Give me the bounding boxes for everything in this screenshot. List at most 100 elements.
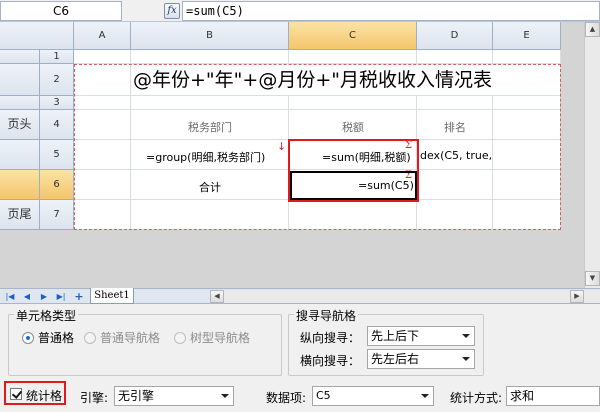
stat-method-select[interactable]: 求和 [506, 386, 600, 406]
cell-c3[interactable] [289, 96, 417, 110]
row-label-3 [0, 96, 40, 110]
vertical-search-value: 先上后下 [371, 329, 420, 343]
scroll-up-icon[interactable]: ▲ [585, 22, 600, 37]
cell-e4[interactable] [493, 110, 561, 140]
radio-normal-nav-cell[interactable]: 普通导航格 [84, 329, 160, 346]
row-header-5[interactable]: 5 [40, 140, 74, 170]
engine-value: 无引擎 [118, 389, 155, 403]
row-label-5 [0, 140, 40, 170]
cell-d7[interactable] [417, 200, 493, 230]
cell-a6[interactable] [74, 170, 131, 200]
sigma-icon: Σ [405, 170, 413, 181]
cell-e7[interactable] [493, 200, 561, 230]
chevron-down-icon [221, 394, 229, 398]
stat-method-value: 求和 [510, 389, 535, 403]
horizontal-scrollbar[interactable]: ◀ ▶ [210, 290, 600, 303]
prev-sheet-icon[interactable]: ◀ [22, 291, 32, 302]
stat-method-label: 统计方式: [450, 391, 503, 405]
column-header-e[interactable]: E [493, 22, 561, 50]
sigma-icon: Σ [405, 140, 413, 151]
add-sheet-icon[interactable]: + [74, 291, 84, 302]
stat-cell-checkbox[interactable]: 统计格 [4, 381, 66, 405]
sheet-tab-sheet1[interactable]: Sheet1 [90, 288, 134, 304]
row-header-6[interactable]: 6 [40, 170, 74, 200]
row-label-2 [0, 64, 40, 96]
vertical-search-select[interactable]: 先上后下 [367, 326, 475, 346]
cell-a2[interactable] [74, 64, 131, 96]
data-item-select[interactable]: C5 [312, 386, 434, 406]
row-label-header-band[interactable]: 页头 [0, 110, 40, 140]
engine-label: 引擎: [80, 391, 109, 405]
radio-label: 普通导航格 [100, 331, 161, 345]
horizontal-search-select[interactable]: 先左后右 [367, 349, 475, 369]
cell-e1[interactable] [493, 50, 561, 64]
row-header-3[interactable]: 3 [40, 96, 74, 110]
cell-a4[interactable] [74, 110, 131, 140]
radio-dot [84, 332, 96, 344]
column-header-d[interactable]: D [417, 22, 493, 50]
last-sheet-icon[interactable]: ▶| [56, 291, 66, 302]
cell-a1[interactable] [74, 50, 131, 64]
radio-normal-cell[interactable]: 普通格 [22, 329, 74, 346]
chevron-down-icon [462, 334, 470, 338]
row-header-2[interactable]: 2 [40, 64, 74, 96]
column-header-a[interactable]: A [74, 22, 131, 50]
radio-tree-nav-cell[interactable]: 树型导航格 [174, 329, 250, 346]
vertical-search-label: 纵向搜寻： [300, 331, 361, 345]
row-header-7[interactable]: 7 [40, 200, 74, 230]
scroll-down-icon[interactable]: ▼ [585, 271, 600, 286]
checkbox-check-icon [10, 388, 22, 400]
rank-formula-text: dex(C5, true, [420, 149, 493, 162]
report-title-text: @年份+"年"+@月份+"月税收收入情况表 [133, 69, 492, 91]
scroll-right-icon[interactable]: ▶ [570, 290, 584, 303]
cell-d1[interactable] [417, 50, 493, 64]
row-header-4[interactable]: 4 [40, 110, 74, 140]
cell-d6[interactable] [417, 170, 493, 200]
row-label-1 [0, 50, 40, 64]
first-sheet-icon[interactable]: |◀ [5, 291, 15, 302]
sum-formula-text: =sum(明细,税额) [322, 151, 411, 164]
row-header-1[interactable]: 1 [40, 50, 74, 64]
cell-reference-box[interactable]: C6 [0, 1, 122, 21]
next-sheet-icon[interactable]: ▶ [39, 291, 49, 302]
cell-a5[interactable] [74, 140, 131, 170]
spreadsheet-grid: A B C D E 1 2 3 页头 4 5 6 页尾 7 @年份+"年"+@月… [0, 22, 584, 288]
radio-dot [174, 332, 186, 344]
cell-e6[interactable] [493, 170, 561, 200]
formula-bar: C6 fx =sum(C5) [0, 0, 600, 22]
formula-input[interactable]: =sum(C5) [182, 1, 600, 21]
radio-dot [22, 332, 34, 344]
cell-type-label: 单元格类型 [14, 307, 79, 324]
group-formula-text: =group(明细,税务部门) [146, 151, 266, 164]
cell-d3[interactable] [417, 96, 493, 110]
cell-b7[interactable] [131, 200, 289, 230]
row-label-6 [0, 170, 40, 200]
cell-property-panel: 单元格类型 普通格 普通导航格 树型导航格 搜寻导航格 纵向搜寻： 先上后下 横… [0, 304, 600, 412]
header-department-text: 税务部门 [188, 121, 232, 134]
header-tax-text: 税额 [342, 121, 364, 134]
cell-c7[interactable] [289, 200, 417, 230]
vertical-scrollbar[interactable]: ▲ ▼ [584, 22, 600, 288]
column-header-c[interactable]: C [289, 22, 417, 50]
engine-select[interactable]: 无引擎 [114, 386, 234, 406]
row-label-footer-band[interactable]: 页尾 [0, 200, 40, 230]
cell-a7[interactable] [74, 200, 131, 230]
radio-label: 树型导航格 [190, 331, 251, 345]
cell-a3[interactable] [74, 96, 131, 110]
stat-cell-checkbox-label: 统计格 [26, 389, 63, 403]
cell-e3[interactable] [493, 96, 561, 110]
radio-label: 普通格 [38, 331, 75, 345]
cell-e5[interactable] [493, 140, 561, 170]
total-label-text: 合计 [199, 181, 221, 194]
scroll-left-icon[interactable]: ◀ [210, 290, 224, 303]
cell-b3[interactable] [131, 96, 289, 110]
cell-c1[interactable] [289, 50, 417, 64]
horizontal-search-label: 横向搜寻： [300, 354, 361, 368]
fx-icon[interactable]: fx [164, 3, 180, 19]
column-header-b[interactable]: B [131, 22, 289, 50]
data-item-label: 数据项: [266, 391, 307, 405]
chevron-down-icon [462, 357, 470, 361]
cell-b1[interactable] [131, 50, 289, 64]
horizontal-search-value: 先左后右 [371, 352, 420, 366]
search-nav-label: 搜寻导航格 [294, 307, 359, 324]
